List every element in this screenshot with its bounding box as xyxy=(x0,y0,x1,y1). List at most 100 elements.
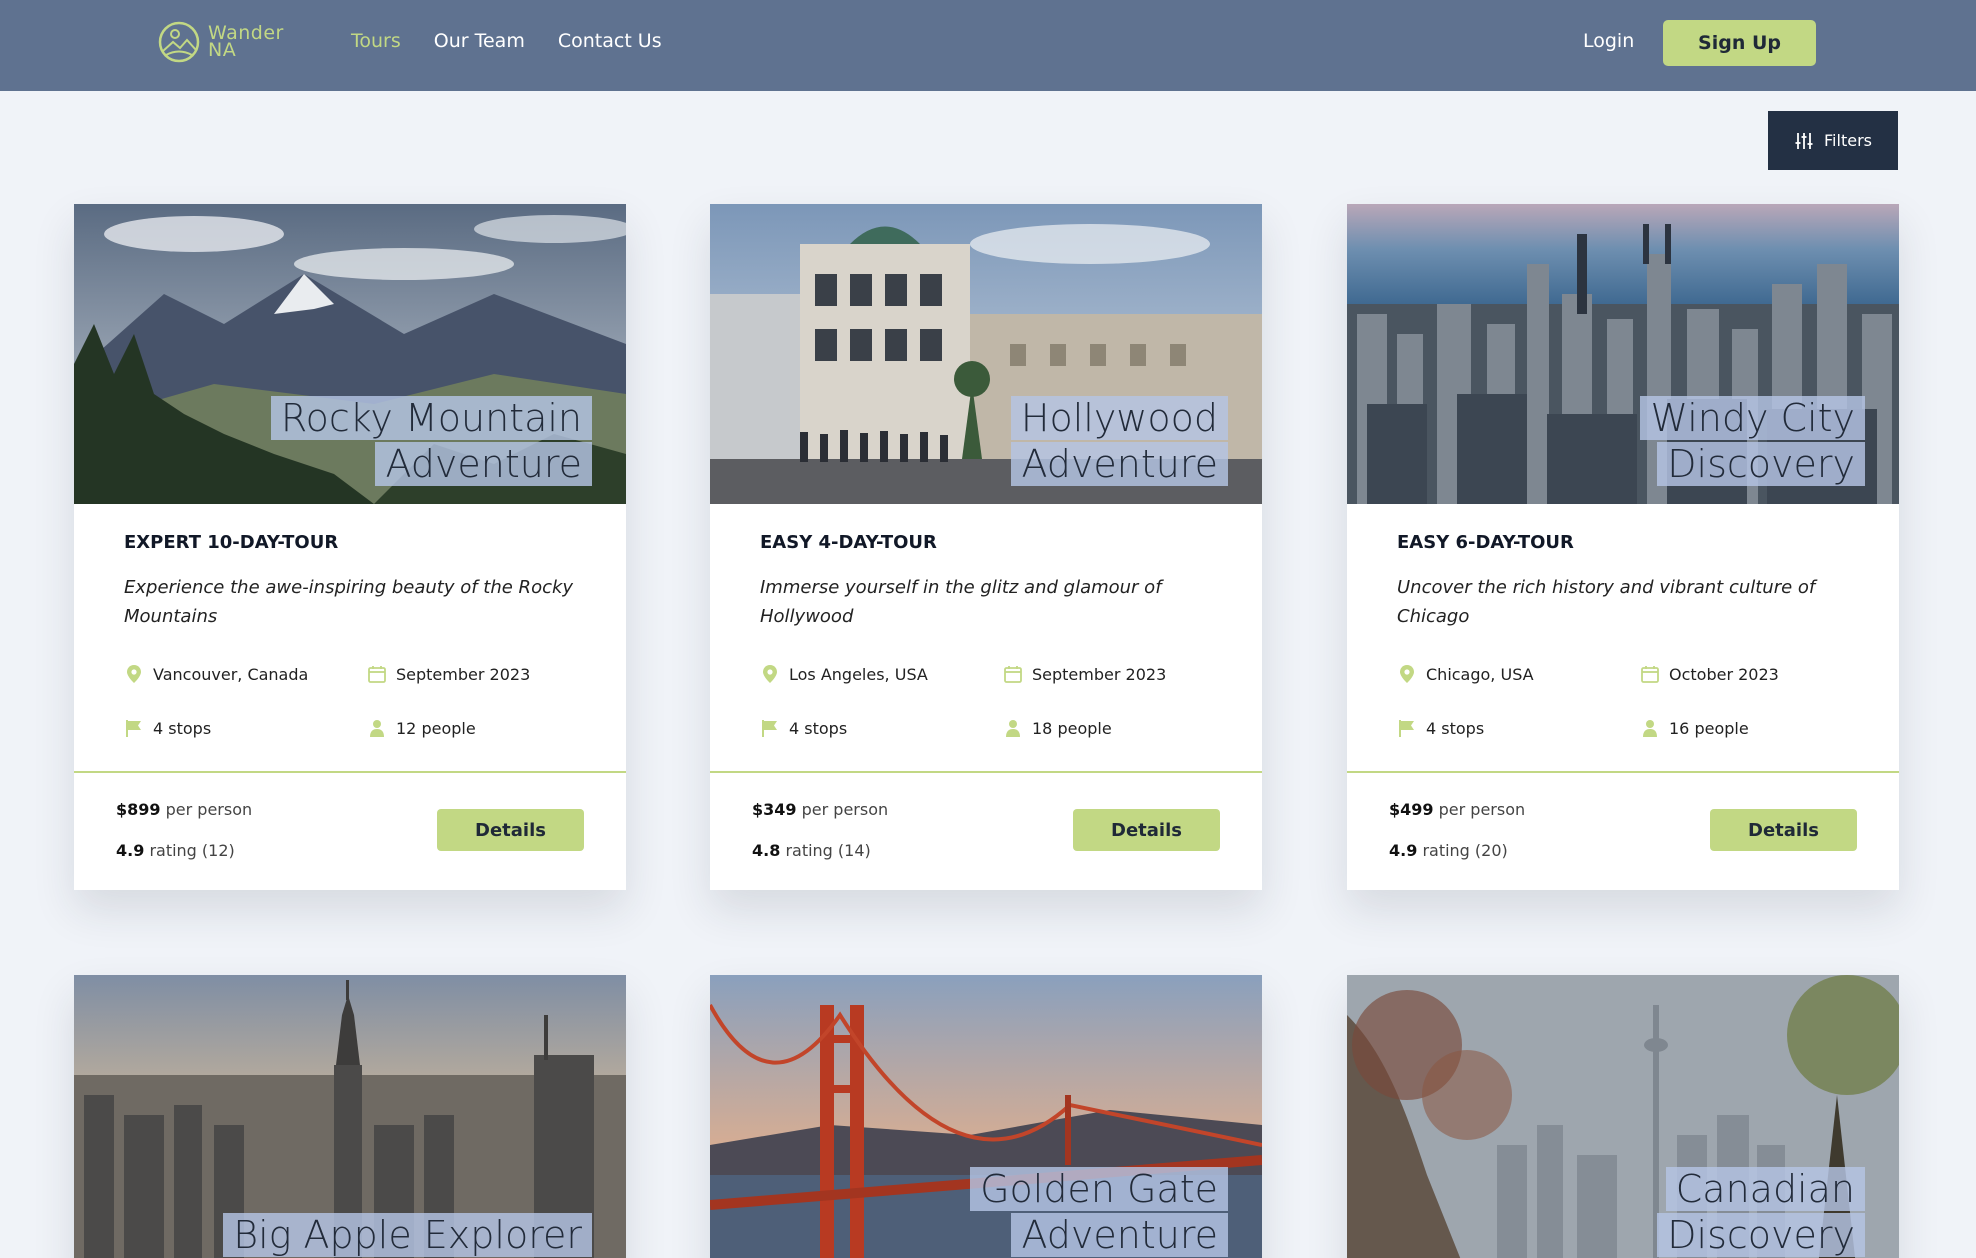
tour-title-line: Big Apple Explorer xyxy=(223,1213,592,1257)
tour-stops: 4 stops xyxy=(124,718,211,738)
tour-card: Hollywood Adventure Easy 4-day-tour Imme… xyxy=(710,204,1262,890)
top-navbar: Wander NA Tours Our Team Contact Us Logi… xyxy=(0,0,1976,91)
tour-location: Chicago, USA xyxy=(1397,664,1534,684)
map-pin-icon xyxy=(1400,665,1414,683)
tour-footer: $899 per person 4.9 rating (12) Details xyxy=(74,771,626,890)
tour-date: September 2023 xyxy=(1003,664,1166,684)
tour-difficulty: Expert 10-day-tour xyxy=(124,532,339,553)
tour-title-line: Hollywood xyxy=(1010,396,1228,440)
tour-title-line: Canadian xyxy=(1665,1167,1865,1211)
person-icon xyxy=(1006,720,1020,737)
tour-price-value: $899 xyxy=(116,800,161,819)
tour-summary: Uncover the rich history and vibrant cul… xyxy=(1397,577,1816,627)
calendar-icon xyxy=(1004,666,1022,683)
tour-rating-suffix: rating (12) xyxy=(149,841,235,860)
tour-location: Los Angeles, USA xyxy=(760,664,928,684)
tour-price: $899 per person xyxy=(116,800,252,819)
tour-stops: 4 stops xyxy=(760,718,847,738)
tour-title-line: Adventure xyxy=(1011,1213,1228,1257)
tour-card: Rocky Mountain Adventure Expert 10-day-t… xyxy=(74,204,626,890)
tour-title: Windy City Discovery xyxy=(1640,395,1865,487)
tour-title-line: Golden Gate xyxy=(970,1167,1228,1211)
flag-icon xyxy=(1399,720,1414,737)
tour-title-line: Adventure xyxy=(1011,442,1228,486)
tour-date: October 2023 xyxy=(1640,664,1779,684)
tour-card: Big Apple Explorer xyxy=(74,975,626,1258)
brand-name: Wander NA xyxy=(208,24,284,61)
tour-difficulty: Easy 4-day-tour xyxy=(760,532,937,553)
tour-title: Big Apple Explorer xyxy=(223,1212,592,1258)
tour-details: Expert 10-day-tour Experience the awe-in… xyxy=(74,504,626,771)
tour-footer: $499 per person 4.9 rating (20) Details xyxy=(1347,771,1899,890)
tour-summary: Experience the awe-inspiring beauty of t… xyxy=(124,577,574,627)
tour-stops-text: 4 stops xyxy=(789,718,848,738)
tour-people-text: 16 people xyxy=(1669,718,1749,738)
tour-image: Canadian Discovery xyxy=(1347,975,1899,1258)
tour-stops-text: 4 stops xyxy=(1426,718,1485,738)
tour-image: Golden Gate Adventure xyxy=(710,975,1262,1258)
tour-title: Golden Gate Adventure xyxy=(970,1166,1228,1258)
tour-title-line: Adventure xyxy=(375,442,592,486)
details-button[interactable]: Details xyxy=(1710,809,1857,851)
details-button[interactable]: Details xyxy=(1073,809,1220,851)
tour-footer: $349 per person 4.8 rating (14) Details xyxy=(710,771,1262,890)
tour-rating-value: 4.9 xyxy=(1389,841,1418,860)
tour-date: September 2023 xyxy=(367,664,530,684)
sign-up-button[interactable]: Sign Up xyxy=(1663,20,1816,66)
tour-title: Canadian Discovery xyxy=(1657,1166,1865,1258)
tour-rating-value: 4.9 xyxy=(116,841,145,860)
tour-price-suffix: per person xyxy=(801,800,889,819)
calendar-icon xyxy=(368,666,386,683)
tour-image: Hollywood Adventure xyxy=(710,204,1262,504)
tour-difficulty: Easy 6-day-tour xyxy=(1397,532,1574,553)
tour-people-text: 18 people xyxy=(1032,718,1112,738)
tour-card: Canadian Discovery xyxy=(1347,975,1899,1258)
flag-icon xyxy=(126,720,141,737)
tour-price-value: $499 xyxy=(1389,800,1434,819)
tour-people: 12 people xyxy=(367,718,476,738)
tour-rating: 4.9 rating (12) xyxy=(116,841,235,860)
tour-date-text: September 2023 xyxy=(1032,664,1167,684)
tour-title-line: Windy City xyxy=(1640,396,1865,440)
tour-image: Big Apple Explorer xyxy=(74,975,626,1258)
tour-title-line: Discovery xyxy=(1657,1213,1865,1257)
tour-stops-text: 4 stops xyxy=(153,718,212,738)
nav-contact-us[interactable]: Contact Us xyxy=(558,30,662,52)
tour-title-line: Discovery xyxy=(1657,442,1865,486)
tour-price-value: $349 xyxy=(752,800,797,819)
brand-logo[interactable]: Wander NA xyxy=(158,21,284,63)
details-button[interactable]: Details xyxy=(437,809,584,851)
map-pin-icon xyxy=(763,665,777,683)
filters-button[interactable]: Filters xyxy=(1768,111,1898,170)
tour-price: $349 per person xyxy=(752,800,888,819)
login-link[interactable]: Login xyxy=(1583,30,1634,52)
tour-price-suffix: per person xyxy=(1438,800,1526,819)
tour-card: Windy City Discovery Easy 6-day-tour Unc… xyxy=(1347,204,1899,890)
tour-rating-suffix: rating (20) xyxy=(1422,841,1508,860)
brand-line-2: NA xyxy=(208,39,237,61)
tour-location-text: Vancouver, Canada xyxy=(153,664,309,684)
tour-rating-suffix: rating (14) xyxy=(785,841,871,860)
tour-date-text: September 2023 xyxy=(396,664,531,684)
tour-image: Rocky Mountain Adventure xyxy=(74,204,626,504)
tour-location-text: Los Angeles, USA xyxy=(789,664,928,684)
tour-details: Easy 4-day-tour Immerse yourself in the … xyxy=(710,504,1262,771)
flag-icon xyxy=(762,720,777,737)
tour-price: $499 per person xyxy=(1389,800,1525,819)
tour-rating-value: 4.8 xyxy=(752,841,781,860)
tour-date-text: October 2023 xyxy=(1669,664,1779,684)
tour-title: Rocky Mountain Adventure xyxy=(270,395,592,487)
tour-location: Vancouver, Canada xyxy=(124,664,308,684)
tour-details: Easy 6-day-tour Uncover the rich history… xyxy=(1347,504,1899,771)
nav-our-team[interactable]: Our Team xyxy=(434,30,525,52)
nav-tours[interactable]: Tours xyxy=(351,30,401,52)
person-icon xyxy=(1643,720,1657,737)
tour-card: Golden Gate Adventure xyxy=(710,975,1262,1258)
map-pin-icon xyxy=(127,665,141,683)
tour-summary: Immerse yourself in the glitz and glamou… xyxy=(760,577,1162,627)
main-nav: Tours Our Team Contact Us xyxy=(351,30,662,52)
tour-people: 16 people xyxy=(1640,718,1749,738)
sliders-icon xyxy=(1795,132,1813,149)
tour-stops: 4 stops xyxy=(1397,718,1484,738)
tour-title: Hollywood Adventure xyxy=(1010,395,1228,487)
